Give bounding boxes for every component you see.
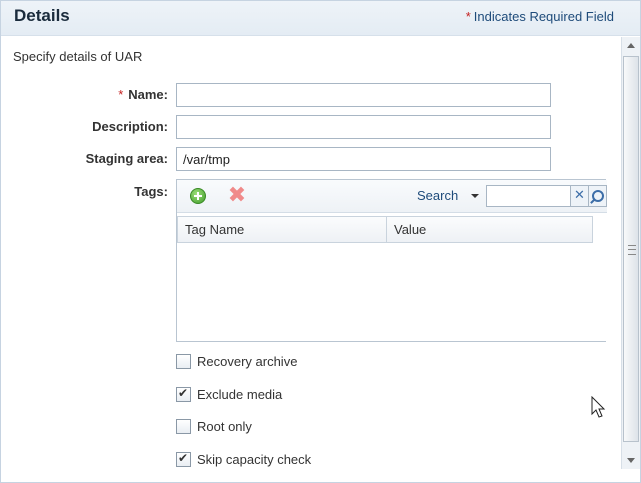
name-label: * Name: — [118, 87, 168, 102]
clear-search-icon[interactable]: ✕ — [571, 185, 589, 207]
scroll-thumb[interactable] — [623, 56, 639, 442]
description-label: Description: — [92, 119, 168, 134]
name-required-star: * — [118, 87, 124, 102]
exclude-media-checkbox[interactable] — [176, 386, 191, 402]
tags-table: ✖ Search ✕ Tag Name Value — [176, 179, 607, 342]
grip-icon — [628, 245, 636, 255]
panel-title: Details — [14, 6, 70, 25]
required-star: * — [465, 9, 471, 24]
column-header-value[interactable]: Value — [387, 217, 592, 242]
root-only-checkbox[interactable] — [176, 419, 191, 434]
scroll-down-icon[interactable] — [627, 458, 635, 463]
tags-label: Tags: — [134, 184, 168, 199]
skip-capacity-check-checkbox[interactable] — [176, 451, 191, 467]
vertical-scrollbar[interactable] — [621, 37, 640, 469]
section-description: Specify details of UAR — [13, 49, 143, 64]
tags-search-input[interactable] — [486, 185, 571, 207]
chevron-down-icon[interactable] — [471, 194, 479, 198]
mouse-cursor-icon — [591, 396, 606, 418]
skip-capacity-check-label: Skip capacity check — [197, 452, 312, 467]
search-dropdown-label[interactable]: Search — [417, 188, 458, 203]
recovery-archive-label: Recovery archive — [197, 354, 298, 369]
search-icon[interactable] — [589, 185, 607, 207]
description-input[interactable] — [176, 115, 551, 139]
tags-toolbar: ✖ Search ✕ — [177, 180, 607, 213]
exclude-media-label: Exclude media — [197, 387, 283, 402]
staging-area-input[interactable] — [176, 147, 551, 171]
recovery-archive-checkbox[interactable] — [176, 354, 191, 369]
root-only-label: Root only — [197, 419, 252, 434]
details-panel: Details * Indicates Required Field Specif… — [0, 0, 641, 483]
name-label-text: Name: — [128, 87, 168, 102]
required-field-note: * Indicates Required Field — [466, 9, 614, 24]
required-field-text: Indicates Required Field — [473, 9, 614, 24]
tags-column-header: Tag Name Value — [177, 216, 593, 243]
name-input[interactable] — [176, 83, 551, 107]
add-circle-icon[interactable] — [190, 188, 206, 204]
scroll-up-icon[interactable] — [627, 43, 635, 48]
delete-x-icon[interactable]: ✖ — [227, 185, 247, 207]
column-header-tag-name[interactable]: Tag Name — [178, 217, 387, 242]
panel-header: Details * Indicates Required Field — [1, 1, 640, 36]
staging-area-label: Staging area: — [85, 151, 168, 166]
tags-table-body — [177, 243, 607, 341]
